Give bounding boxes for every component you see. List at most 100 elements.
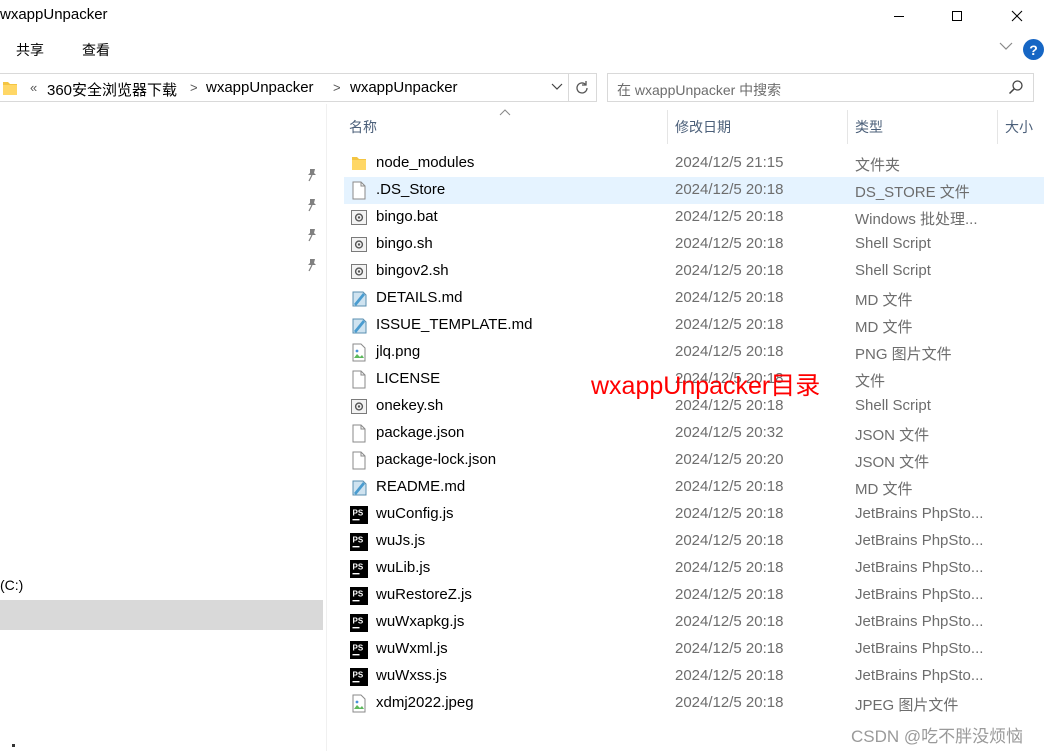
file-type: MD 文件 — [855, 292, 913, 309]
pane-divider[interactable] — [326, 104, 327, 751]
annotation-label: wxappUnpacker目录 — [591, 372, 821, 400]
column-header-date[interactable]: 修改日期 — [675, 117, 731, 137]
file-row[interactable]: README.md 2024/12/5 20:18 MD 文件 — [344, 474, 1044, 501]
svg-text:PS: PS — [353, 617, 364, 626]
file-row[interactable]: bingo.bat 2024/12/5 20:18 Windows 批处理... — [344, 204, 1044, 231]
file-type: JSON 文件 — [855, 427, 930, 444]
column-header-name[interactable]: 名称 — [349, 117, 377, 137]
tab-share[interactable]: 共享 — [16, 40, 44, 60]
file-type: 文件夹 — [855, 157, 901, 174]
file-icon — [350, 424, 368, 443]
file-row[interactable]: node_modules 2024/12/5 21:15 文件夹 — [344, 150, 1044, 177]
tab-view[interactable]: 查看 — [82, 40, 110, 60]
address-overflow[interactable]: « — [30, 80, 37, 95]
file-row[interactable]: .DS_Store 2024/12/5 20:18 DS_STORE 文件 — [344, 177, 1044, 204]
folder-icon — [350, 154, 368, 173]
file-row[interactable]: xdmj2022.jpeg 2024/12/5 20:18 JPEG 图片文件 — [344, 690, 1044, 717]
breadcrumb-separator[interactable]: > — [333, 80, 341, 95]
sort-up-icon — [499, 109, 511, 116]
markdown-icon — [350, 289, 368, 308]
file-name: README.md — [376, 478, 466, 495]
file-name: wuJs.js — [376, 532, 426, 549]
close-button[interactable] — [994, 0, 1040, 32]
file-row[interactable]: PS wuWxss.js 2024/12/5 20:18 JetBrains PhpS… — [344, 663, 1044, 690]
search-input[interactable]: 在 wxappUnpacker 中搜索 — [607, 73, 1034, 102]
file-row[interactable]: package.json 2024/12/5 20:32 JSON 文件 — [344, 420, 1044, 447]
file-row[interactable]: PS wuWxapkg.js 2024/12/5 20:18 JetBrains Ph… — [344, 609, 1044, 636]
address-dropdown-icon[interactable] — [551, 82, 563, 92]
file-modified-date: 2024/12/5 20:18 — [675, 181, 784, 198]
file-modified-date: 2024/12/5 20:18 — [675, 289, 784, 306]
file-name: wuWxml.js — [376, 640, 448, 657]
pin-icon[interactable] — [305, 168, 319, 182]
file-row[interactable]: package-lock.json 2024/12/5 20:20 JSON 文件 — [344, 447, 1044, 474]
column-divider[interactable] — [667, 110, 668, 144]
breadcrumb-segment[interactable]: 360安全浏览器下载 — [47, 79, 177, 100]
file-type: JetBrains PhpSto... — [855, 640, 984, 657]
script-icon — [350, 208, 368, 227]
column-header-type[interactable]: 类型 — [855, 117, 883, 137]
file-row[interactable]: PS wuConfig.js 2024/12/5 20:18 JetBrains Ph… — [344, 501, 1044, 528]
file-name: DETAILS.md — [376, 289, 463, 306]
svg-text:PS: PS — [353, 509, 364, 518]
nav-item-drive-c[interactable]: (C:) — [0, 577, 23, 593]
file-type: JetBrains PhpSto... — [855, 532, 984, 549]
file-type: 文件 — [855, 373, 886, 390]
file-modified-date: 2024/12/5 20:18 — [675, 532, 784, 549]
pin-icon[interactable] — [305, 228, 319, 242]
breadcrumb-separator[interactable]: > — [190, 80, 198, 95]
address-divider — [568, 74, 569, 101]
file-row[interactable]: PS wuLib.js 2024/12/5 20:18 JetBrains PhpSt… — [344, 555, 1044, 582]
breadcrumb-segment[interactable]: wxappUnpacker — [206, 79, 314, 96]
nav-item-selected[interactable] — [0, 600, 323, 630]
title-bar: wxappUnpacker — [0, 0, 1044, 32]
file-name: bingo.bat — [376, 208, 438, 225]
file-row[interactable]: ISSUE_TEMPLATE.md 2024/12/5 20:18 MD 文件 — [344, 312, 1044, 339]
file-name: node_modules — [376, 154, 475, 171]
file-modified-date: 2024/12/5 20:20 — [675, 451, 784, 468]
navigation-pane — [0, 104, 326, 751]
file-row[interactable]: PS wuWxml.js 2024/12/5 20:18 JetBrains PhpS… — [344, 636, 1044, 663]
refresh-icon[interactable] — [573, 79, 591, 97]
file-modified-date: 2024/12/5 20:18 — [675, 667, 784, 684]
file-row[interactable]: bingov2.sh 2024/12/5 20:18 Shell Script — [344, 258, 1044, 285]
image-icon — [350, 694, 368, 713]
file-name: wuLib.js — [376, 559, 431, 576]
file-modified-date: 2024/12/5 20:18 — [675, 505, 784, 522]
help-button[interactable]: ? — [1023, 39, 1044, 60]
file-row[interactable]: jlq.png 2024/12/5 20:18 PNG 图片文件 — [344, 339, 1044, 366]
pin-icon[interactable] — [305, 258, 319, 272]
phpstorm-icon: PS — [350, 559, 368, 578]
column-divider[interactable] — [847, 110, 848, 144]
column-header-size[interactable]: 大小 — [1005, 117, 1033, 137]
address-bar[interactable]: « 360安全浏览器下载 > wxappUnpacker > wxappUnpa… — [0, 73, 597, 102]
file-row[interactable]: PS wuRestoreZ.js 2024/12/5 20:18 JetBrains … — [344, 582, 1044, 609]
pin-icon[interactable] — [305, 198, 319, 212]
file-name: .DS_Store — [376, 181, 446, 198]
file-name: package-lock.json — [376, 451, 497, 468]
file-row[interactable]: DETAILS.md 2024/12/5 20:18 MD 文件 — [344, 285, 1044, 312]
close-icon — [1011, 10, 1023, 22]
file-modified-date: 2024/12/5 20:18 — [675, 343, 784, 360]
script-icon — [350, 235, 368, 254]
file-type: MD 文件 — [855, 319, 913, 336]
file-modified-date: 2024/12/5 20:18 — [675, 316, 784, 333]
file-row[interactable]: PS wuJs.js 2024/12/5 20:18 JetBrains PhpSto… — [344, 528, 1044, 555]
file-name: wuConfig.js — [376, 505, 454, 522]
file-name: wuWxss.js — [376, 667, 447, 684]
file-type: JPEG 图片文件 — [855, 697, 959, 714]
image-icon — [350, 343, 368, 362]
breadcrumb-segment[interactable]: wxappUnpacker — [350, 79, 458, 96]
search-icon[interactable] — [1008, 79, 1024, 95]
file-type: JetBrains PhpSto... — [855, 559, 984, 576]
minimize-icon — [894, 16, 904, 17]
file-modified-date: 2024/12/5 20:18 — [675, 613, 784, 630]
minimize-button[interactable] — [876, 0, 922, 32]
maximize-button[interactable] — [934, 0, 980, 32]
ribbon-expand-chevron-icon[interactable] — [999, 41, 1013, 51]
svg-text:PS: PS — [353, 590, 364, 599]
file-row[interactable]: bingo.sh 2024/12/5 20:18 Shell Script — [344, 231, 1044, 258]
svg-text:PS: PS — [353, 536, 364, 545]
file-type: MD 文件 — [855, 481, 913, 498]
column-divider[interactable] — [997, 110, 998, 144]
